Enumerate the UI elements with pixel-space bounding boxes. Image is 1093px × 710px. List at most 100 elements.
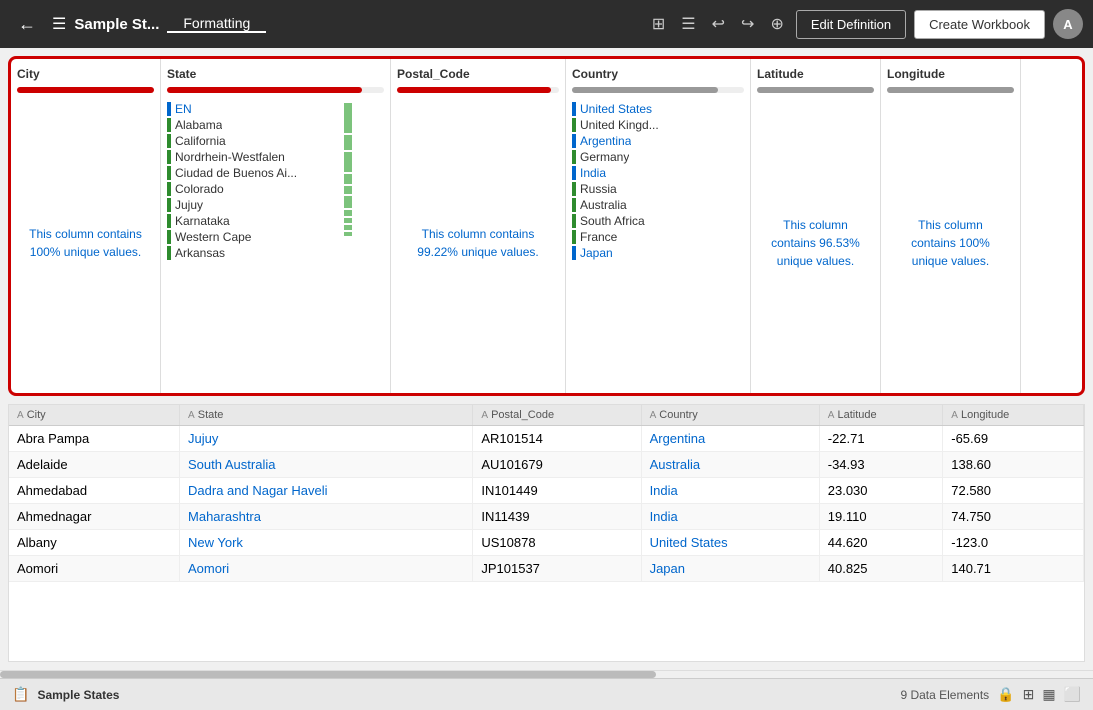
back-button[interactable]: ← [10, 10, 44, 39]
list-item-text: Western Cape [175, 230, 251, 244]
col-city-header: City [17, 67, 154, 81]
list-indicator [167, 102, 171, 116]
col-country-header: Country [572, 67, 744, 81]
list-item-text: Australia [580, 198, 627, 212]
table-header: A City A State A Postal_Code A Country A… [9, 405, 1084, 426]
grid-icon[interactable]: ⊞ [648, 10, 669, 38]
list-item: Jujuy [167, 197, 337, 213]
list-indicator [572, 102, 576, 116]
col-city-msg: This column contains 100% unique values. [17, 205, 154, 281]
col-country: Country United States United Kingd... Ar… [566, 59, 751, 393]
app-header: ← ☰ Sample St... Formatting ⊞ ☰ ↩ ↪ ⊕ Ed… [0, 0, 1093, 48]
table-cell: Adelaide [9, 452, 180, 478]
list-item-text: South Africa [580, 214, 645, 228]
col-country-fill [572, 87, 718, 93]
list-item-text: Alabama [175, 118, 222, 132]
col-state-header: State [167, 67, 384, 81]
table-cell: Japan [641, 556, 819, 582]
grid-view-icon[interactable]: ⊞ [1023, 686, 1035, 703]
col-postal-msg: This column contains 99.22% unique value… [397, 205, 559, 281]
avatar[interactable]: A [1053, 9, 1083, 39]
table-cell: US10878 [473, 530, 641, 556]
list-indicator [167, 118, 171, 132]
list-indicator [572, 198, 576, 212]
table-icon[interactable]: ▦ [1042, 686, 1055, 703]
col-postal-bar [397, 87, 559, 93]
list-icon[interactable]: ☰ [677, 10, 699, 38]
create-workbook-button[interactable]: Create Workbook [914, 10, 1045, 39]
table-cell: 23.030 [819, 478, 943, 504]
th-state: A State [180, 405, 473, 426]
list-item-text: Karnataka [175, 214, 230, 228]
list-indicator [167, 150, 171, 164]
list-item-text: United States [580, 102, 652, 116]
col-country-bar [572, 87, 744, 93]
list-item-text: Colorado [175, 182, 224, 196]
list-item: United States [572, 101, 744, 117]
expand-icon[interactable]: ⬜ [1064, 686, 1081, 703]
list-item: Ciudad de Buenos Ai... [167, 165, 337, 181]
lock-icon: 🔒 [997, 686, 1014, 703]
table-cell: 72.580 [943, 478, 1084, 504]
tab-formatting[interactable]: Formatting [167, 15, 266, 33]
col-longitude: Longitude This column contains 100% uniq… [881, 59, 1021, 393]
list-item-text: Russia [580, 182, 617, 196]
list-item: India [572, 165, 744, 181]
table-body: Abra PampaJujuyAR101514Argentina-22.71-6… [9, 426, 1084, 582]
list-item: United Kingd... [572, 117, 744, 133]
col-postal-code: Postal_Code This column contains 99.22% … [391, 59, 566, 393]
sheet-icon: 📋 [12, 686, 29, 703]
table-cell: 74.750 [943, 504, 1084, 530]
table-cell: India [641, 478, 819, 504]
list-item: France [572, 229, 744, 245]
horizontal-scrollbar[interactable] [0, 670, 1093, 678]
col-latitude-header: Latitude [757, 67, 874, 81]
list-item-text: California [175, 134, 226, 148]
list-indicator [167, 230, 171, 244]
table-cell: 19.110 [819, 504, 943, 530]
col-city: City This column contains 100% unique va… [11, 59, 161, 393]
table-cell: 138.60 [943, 452, 1084, 478]
th-latitude: A Latitude [819, 405, 943, 426]
connection-icon[interactable]: ⊕ [766, 10, 787, 38]
table-cell: Maharashtra [180, 504, 473, 530]
table-cell: IN11439 [473, 504, 641, 530]
table-cell: Australia [641, 452, 819, 478]
col-city-fill [17, 87, 154, 93]
th-longitude: A Longitude [943, 405, 1084, 426]
col-latitude-fill [757, 87, 874, 93]
list-item-text: India [580, 166, 606, 180]
undo-icon[interactable]: ↩ [708, 10, 729, 38]
list-item-text: Nordrhein-Westfalen [175, 150, 285, 164]
list-indicator [167, 182, 171, 196]
state-sparkline [339, 101, 384, 261]
list-indicator [572, 214, 576, 228]
col-longitude-bar [887, 87, 1014, 93]
footer-sheet-name: Sample States [37, 688, 119, 702]
col-country-list: United States United Kingd... Argentina … [572, 101, 744, 261]
table-cell: -123.0 [943, 530, 1084, 556]
table-row: Abra PampaJujuyAR101514Argentina-22.71-6… [9, 426, 1084, 452]
list-item-text: France [580, 230, 617, 244]
col-state-inner: EN Alabama California Nordrhein-Westfale… [167, 101, 384, 261]
list-item: Russia [572, 181, 744, 197]
table-cell: Abra Pampa [9, 426, 180, 452]
list-item-text: Argentina [580, 134, 631, 148]
table-row: AhmedabadDadra and Nagar HaveliIN101449I… [9, 478, 1084, 504]
col-postal-header: Postal_Code [397, 67, 559, 81]
col-state-fill [167, 87, 362, 93]
list-indicator [167, 166, 171, 180]
table-cell: -22.71 [819, 426, 943, 452]
edit-definition-button[interactable]: Edit Definition [796, 10, 906, 39]
list-indicator [572, 118, 576, 132]
document-title: Sample St... [74, 16, 159, 33]
redo-icon[interactable]: ↪ [737, 10, 758, 38]
list-indicator [167, 198, 171, 212]
table-cell: Aomori [9, 556, 180, 582]
col-state-bar [167, 87, 384, 93]
col-state-list: EN Alabama California Nordrhein-Westfale… [167, 101, 337, 261]
table-row: AlbanyNew YorkUS10878United States44.620… [9, 530, 1084, 556]
table-cell: Jujuy [180, 426, 473, 452]
list-indicator [572, 230, 576, 244]
table-cell: JP101537 [473, 556, 641, 582]
